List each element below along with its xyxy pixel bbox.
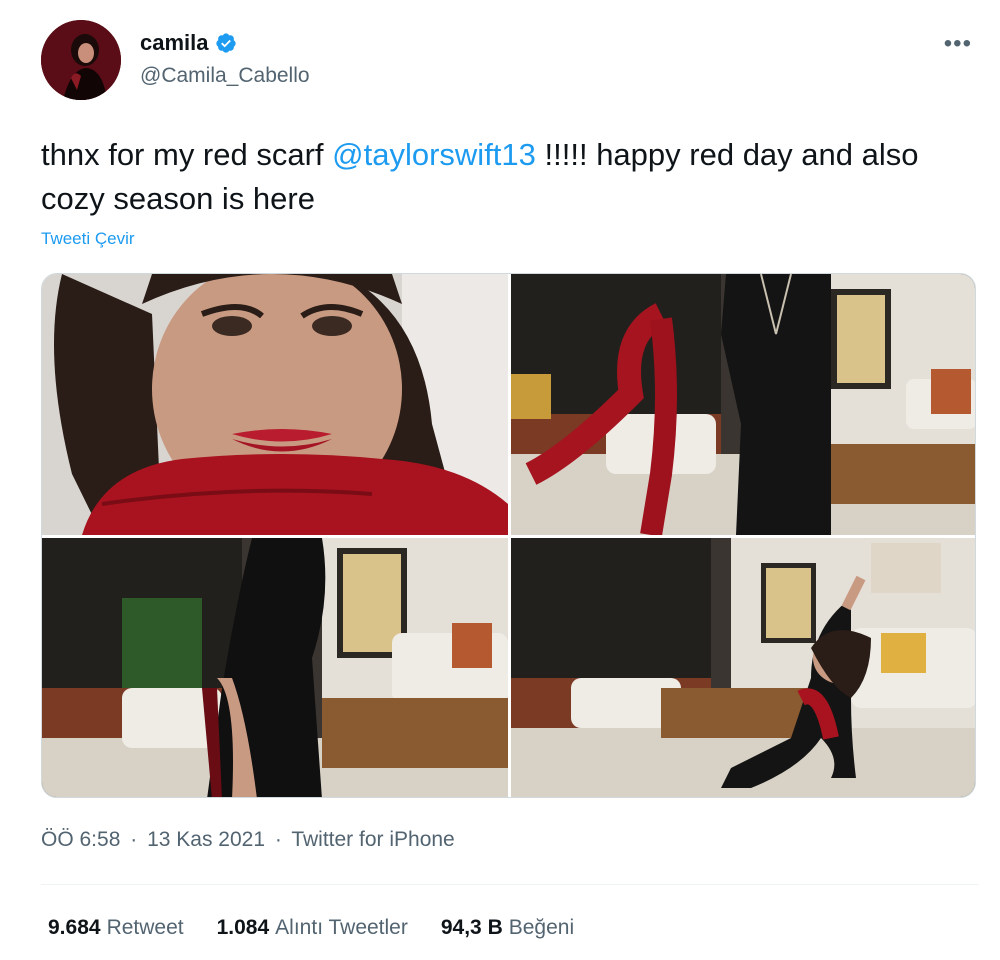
holding-red-scarf-photo[interactable] — [511, 274, 975, 535]
likes-stat[interactable]: 94,3 B Beğeni — [441, 916, 574, 940]
translate-tweet-link[interactable]: Tweeti Çevir — [41, 229, 135, 249]
tweet-source[interactable]: Twitter for iPhone — [291, 828, 454, 851]
more-options-icon[interactable]: ••• — [944, 30, 972, 58]
divider — [41, 884, 979, 885]
retweets-count: 9.684 — [48, 916, 101, 939]
author-name-row: camila — [140, 30, 237, 56]
author-handle[interactable]: @Camila_Cabello — [140, 64, 310, 88]
meta-separator-2: · — [274, 828, 282, 851]
display-name[interactable]: camila — [140, 30, 209, 56]
verified-badge-icon — [215, 32, 237, 54]
media-grid — [41, 273, 976, 798]
tweet-time[interactable]: ÖÖ 6:58 — [41, 828, 120, 851]
tweet-card: camila @Camila_Cabello ••• thnx for my r… — [0, 0, 1000, 960]
meta-separator: · — [130, 828, 138, 851]
avatar[interactable] — [41, 20, 121, 100]
retweets-label: Retweet — [106, 916, 184, 939]
retweets-stat[interactable]: 9.684 Retweet — [48, 916, 184, 940]
likes-count: 94,3 B — [440, 916, 503, 939]
tweet-text: thnx for my red scarf @taylorswift13 !!!… — [41, 133, 981, 221]
black-dress-photo[interactable] — [42, 538, 508, 797]
tweet-date[interactable]: 13 Kas 2021 — [147, 828, 265, 851]
avatar-image — [41, 20, 121, 100]
dancing-photo[interactable] — [511, 538, 975, 797]
quotes-stat[interactable]: 1.084 Alıntı Tweetler — [217, 916, 408, 940]
tweet-text-start: thnx for my red scarf — [41, 137, 333, 172]
tweet-stats: 9.684 Retweet 1.084 Alıntı Tweetler 94,3 B… — [48, 916, 574, 940]
likes-label: Beğeni — [508, 916, 575, 939]
selfie-red-scarf-photo[interactable] — [42, 274, 508, 535]
quotes-count: 1.084 — [216, 916, 270, 939]
tweet-meta: ÖÖ 6:58 · 13 Kas 2021 · Twitter for iPho… — [41, 828, 455, 852]
mention-link[interactable]: @taylorswift13 — [332, 137, 536, 172]
quotes-label: Alıntı Tweetler — [275, 916, 408, 939]
